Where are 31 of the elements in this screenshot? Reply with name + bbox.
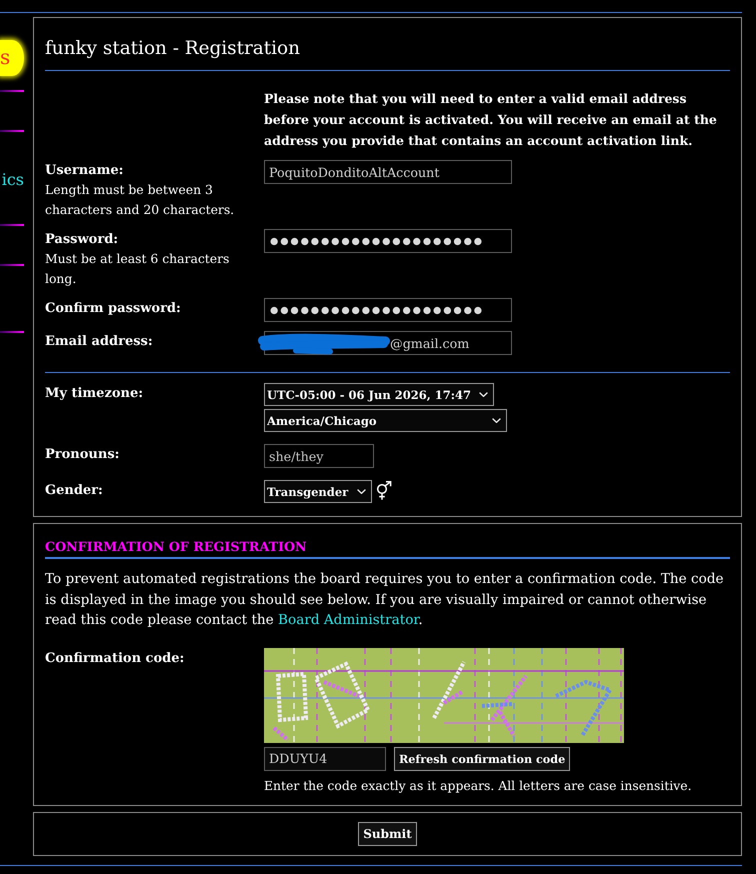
gender-symbol-icon <box>376 481 392 500</box>
text-field[interactable]: she/they <box>264 444 374 468</box>
text-field[interactable]: PoquitoDonditoAltAccount <box>264 160 512 184</box>
field-label: Confirm password: <box>45 300 182 318</box>
password-field[interactable]: ●●●●●●●●●●●●●●●●●●●●● <box>264 298 512 322</box>
dropdown[interactable]: Transgender <box>264 480 372 503</box>
page-title: funky station - Registration <box>45 37 301 61</box>
field-hint: Length must be between 3 characters and 20 characters. <box>45 181 236 219</box>
chevron-down-icon <box>479 392 488 397</box>
field-hint: Must be at least 6 characters long. <box>45 250 230 288</box>
field-label: Password: <box>45 231 120 249</box>
field-label: My timezone: <box>45 385 144 403</box>
code-field[interactable]: DDUYU4 <box>264 746 386 770</box>
notice-text: Please note that you will need to enter a valid email address before your account is activated. You will receive an email at the address you provide that contains an account activation link. <box>264 90 718 150</box>
section-heading: CONFIRMATION OF REGISTRATION <box>45 538 308 556</box>
field-label: Confirmation code: <box>45 650 186 668</box>
chevron-down-icon <box>357 489 366 494</box>
field-label: Pronouns: <box>45 446 120 464</box>
field-label: Gender: <box>45 482 104 500</box>
sidebar-link[interactable]: ics <box>0 170 24 190</box>
submit-button[interactable]: Submit <box>358 822 417 846</box>
board-administrator-link[interactable]: Board Administrator <box>278 612 418 628</box>
dropdown[interactable]: America/Chicago <box>264 409 507 432</box>
chevron-down-icon <box>492 418 501 423</box>
field-label: Email address: <box>45 333 154 351</box>
field-label: Username: <box>45 162 124 180</box>
password-field[interactable]: ●●●●●●●●●●●●●●●●●●●●● <box>264 229 512 253</box>
field-hint: Enter the code exactly as it appears. All letters are case insensitive. <box>264 776 693 794</box>
instructions-text: To prevent automated registrations the board requires you to enter a confirmation code. The code is displayed in the image you should see below. If you are visually impaired or cannot otherwise read this code please contact the Board Administrator. <box>45 570 725 630</box>
refresh-button[interactable]: Refresh confirmation code <box>394 746 570 770</box>
dropdown[interactable]: UTC-05:00 - 06 Jun 2026, 17:47 <box>264 383 494 406</box>
